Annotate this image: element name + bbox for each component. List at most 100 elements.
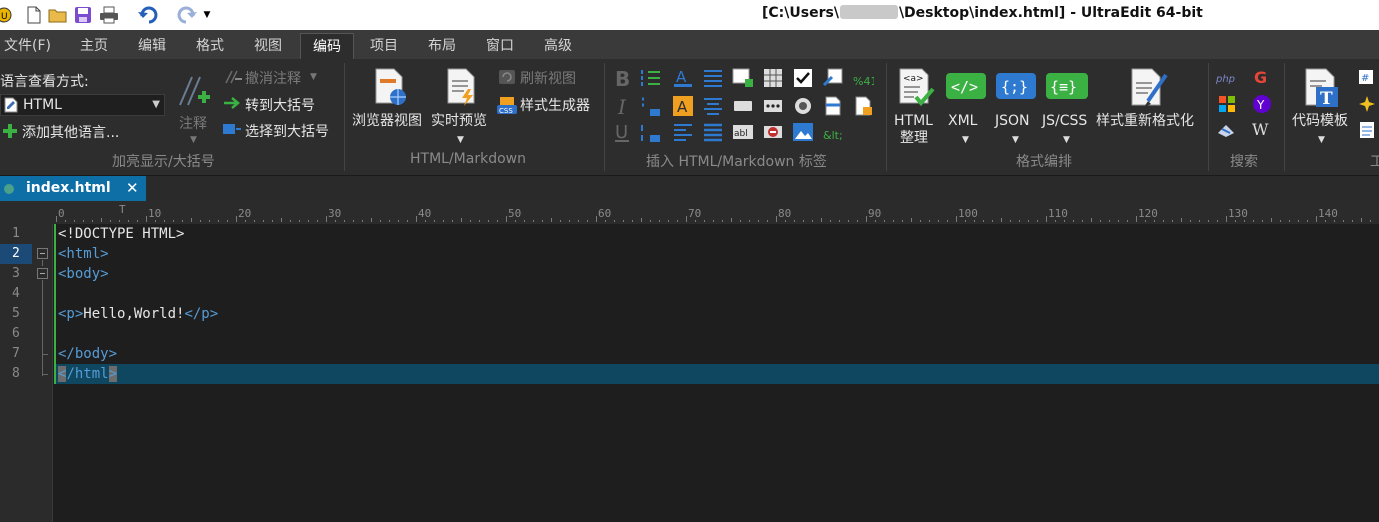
ruler-tick xyxy=(335,220,336,222)
yahoo-search-icon[interactable]: Y xyxy=(1252,94,1272,114)
comment-dropdown-icon[interactable]: ▼ xyxy=(190,135,197,145)
tab-window[interactable]: 窗口 xyxy=(482,33,518,59)
print-icon[interactable] xyxy=(98,4,120,26)
tab-edit[interactable]: 编辑 xyxy=(134,33,170,59)
justify-icon[interactable] xyxy=(702,121,724,143)
list-ordered-icon[interactable] xyxy=(640,67,662,89)
ribbon: 语言查看方式: HTML ▼ 添加其他语言... 注释 ▼ 撤消注释 ▼ 转到大… xyxy=(0,59,1379,176)
html-tidy-button-line1[interactable]: HTML xyxy=(894,113,933,130)
uncomment-dropdown-icon[interactable]: ▼ xyxy=(310,72,317,82)
add-other-language-button[interactable]: 添加其他语言... xyxy=(22,122,119,142)
tab-view[interactable]: 视图 xyxy=(250,33,286,59)
list-unordered-icon[interactable] xyxy=(640,95,662,117)
svg-text:<a>: <a> xyxy=(903,74,924,84)
html-tidy-button-line2[interactable]: 整理 xyxy=(900,130,928,147)
ruler-tick xyxy=(1181,218,1182,222)
insert-picture-icon[interactable] xyxy=(792,121,814,143)
ruler-tick xyxy=(956,216,957,222)
style-reformat-icon xyxy=(1131,68,1168,107)
wikipedia-search-icon[interactable]: W xyxy=(1252,119,1274,139)
xml-button[interactable]: XML xyxy=(948,113,977,130)
fold-toggle-html[interactable] xyxy=(37,248,48,259)
jscss-button[interactable]: JS/CSS xyxy=(1042,113,1087,130)
underline-icon[interactable]: U xyxy=(612,121,634,143)
code-template-dropdown-icon[interactable]: ▼ xyxy=(1318,135,1325,145)
align-center-icon[interactable] xyxy=(702,95,724,117)
app-logo-icon[interactable]: U xyxy=(0,4,14,26)
open-folder-icon[interactable] xyxy=(47,4,69,26)
customize-quick-access-icon[interactable]: ▼ xyxy=(200,4,214,26)
tab-coding[interactable]: 编码 xyxy=(300,33,354,59)
json-dropdown-icon[interactable]: ▼ xyxy=(1012,135,1019,145)
remove-field-icon[interactable] xyxy=(762,121,784,143)
comment-button[interactable]: 注释 xyxy=(179,113,207,133)
ruler-tick xyxy=(146,216,147,222)
ruler-tick xyxy=(1334,220,1335,222)
fold-toggle-body[interactable] xyxy=(37,268,48,279)
list-indent-icon[interactable] xyxy=(640,121,662,143)
close-tab-icon[interactable]: ✕ xyxy=(126,179,139,197)
tab-project[interactable]: 项目 xyxy=(366,33,402,59)
password-field-icon[interactable] xyxy=(762,95,784,117)
special-char-icon[interactable]: &lt; xyxy=(822,121,844,143)
redo-icon[interactable] xyxy=(175,4,199,26)
ruler-tick xyxy=(434,220,435,222)
style-reformat-button[interactable]: 样式重新格式化 xyxy=(1096,113,1194,130)
ruler-tick xyxy=(263,220,264,222)
input-field-icon[interactable] xyxy=(732,95,754,117)
goto-brace-button[interactable]: 转到大括号 xyxy=(245,95,315,115)
group-separator xyxy=(1284,63,1285,171)
italic-icon[interactable]: I xyxy=(612,95,634,117)
ruler-tick xyxy=(191,218,192,222)
new-file-icon[interactable] xyxy=(24,4,44,26)
wizard-icon[interactable] xyxy=(1358,95,1376,113)
tab-advanced[interactable]: 高级 xyxy=(540,33,576,59)
align-left-icon[interactable] xyxy=(672,121,694,143)
ruler-label: 90 xyxy=(868,207,882,220)
jscss-dropdown-icon[interactable]: ▼ xyxy=(1063,135,1070,145)
insert-file-lock-icon[interactable] xyxy=(852,95,874,117)
line-number: 6 xyxy=(12,326,20,341)
ruler-tick xyxy=(497,220,498,222)
tab-layout[interactable]: 布局 xyxy=(424,33,460,59)
ruler-label: 100 xyxy=(958,207,978,220)
browser-view-button[interactable]: 浏览器视图 xyxy=(352,113,422,130)
live-preview-button[interactable]: 实时预览 xyxy=(431,113,487,130)
tab-home[interactable]: 主页 xyxy=(76,33,112,59)
code-template-button[interactable]: 代码模板 xyxy=(1292,113,1348,130)
align-icon[interactable] xyxy=(702,67,724,89)
undo-icon[interactable] xyxy=(136,4,160,26)
insert-table-icon[interactable] xyxy=(762,67,784,89)
language-select[interactable]: HTML ▼ xyxy=(0,94,165,116)
highlight-icon[interactable]: A xyxy=(672,95,694,117)
macro-icon[interactable]: # xyxy=(1358,69,1376,87)
stack-search-icon[interactable] xyxy=(1216,121,1238,139)
tab-stop-marker[interactable]: T xyxy=(119,203,126,216)
insert-object-icon[interactable] xyxy=(822,67,844,89)
windows-search-icon[interactable] xyxy=(1218,95,1236,113)
uncomment-button[interactable]: 撤消注释 xyxy=(245,68,301,88)
php-search-icon[interactable]: php xyxy=(1216,69,1240,87)
percent-icon[interactable]: %41 xyxy=(852,67,874,89)
ruler-tick xyxy=(1055,220,1056,222)
xml-dropdown-icon[interactable]: ▼ xyxy=(962,135,969,145)
radio-button-icon[interactable] xyxy=(792,95,814,117)
bold-icon[interactable]: B xyxy=(612,67,634,89)
tab-file[interactable]: 文件(F) xyxy=(0,33,55,59)
font-color-icon[interactable]: A xyxy=(672,67,694,89)
save-icon[interactable] xyxy=(73,4,93,26)
document-tab-index-html[interactable]: index.html ✕ xyxy=(0,176,146,201)
ruler-corner xyxy=(0,201,53,224)
insert-script-icon[interactable] xyxy=(822,95,844,117)
refresh-view-button[interactable]: 刷新视图 xyxy=(520,68,576,88)
live-preview-dropdown-icon[interactable]: ▼ xyxy=(457,135,464,145)
label-tag-icon[interactable]: abl xyxy=(732,121,754,143)
json-button[interactable]: JSON xyxy=(995,113,1030,130)
select-to-brace-button[interactable]: 选择到大括号 xyxy=(245,121,329,141)
style-builder-button[interactable]: 样式生成器 xyxy=(520,95,590,115)
tab-format[interactable]: 格式 xyxy=(192,33,228,59)
document-list-icon[interactable] xyxy=(1358,121,1376,139)
google-search-icon[interactable]: G xyxy=(1252,67,1272,87)
insert-image-tag-icon[interactable] xyxy=(732,67,754,89)
checkbox-icon[interactable] xyxy=(792,67,814,89)
